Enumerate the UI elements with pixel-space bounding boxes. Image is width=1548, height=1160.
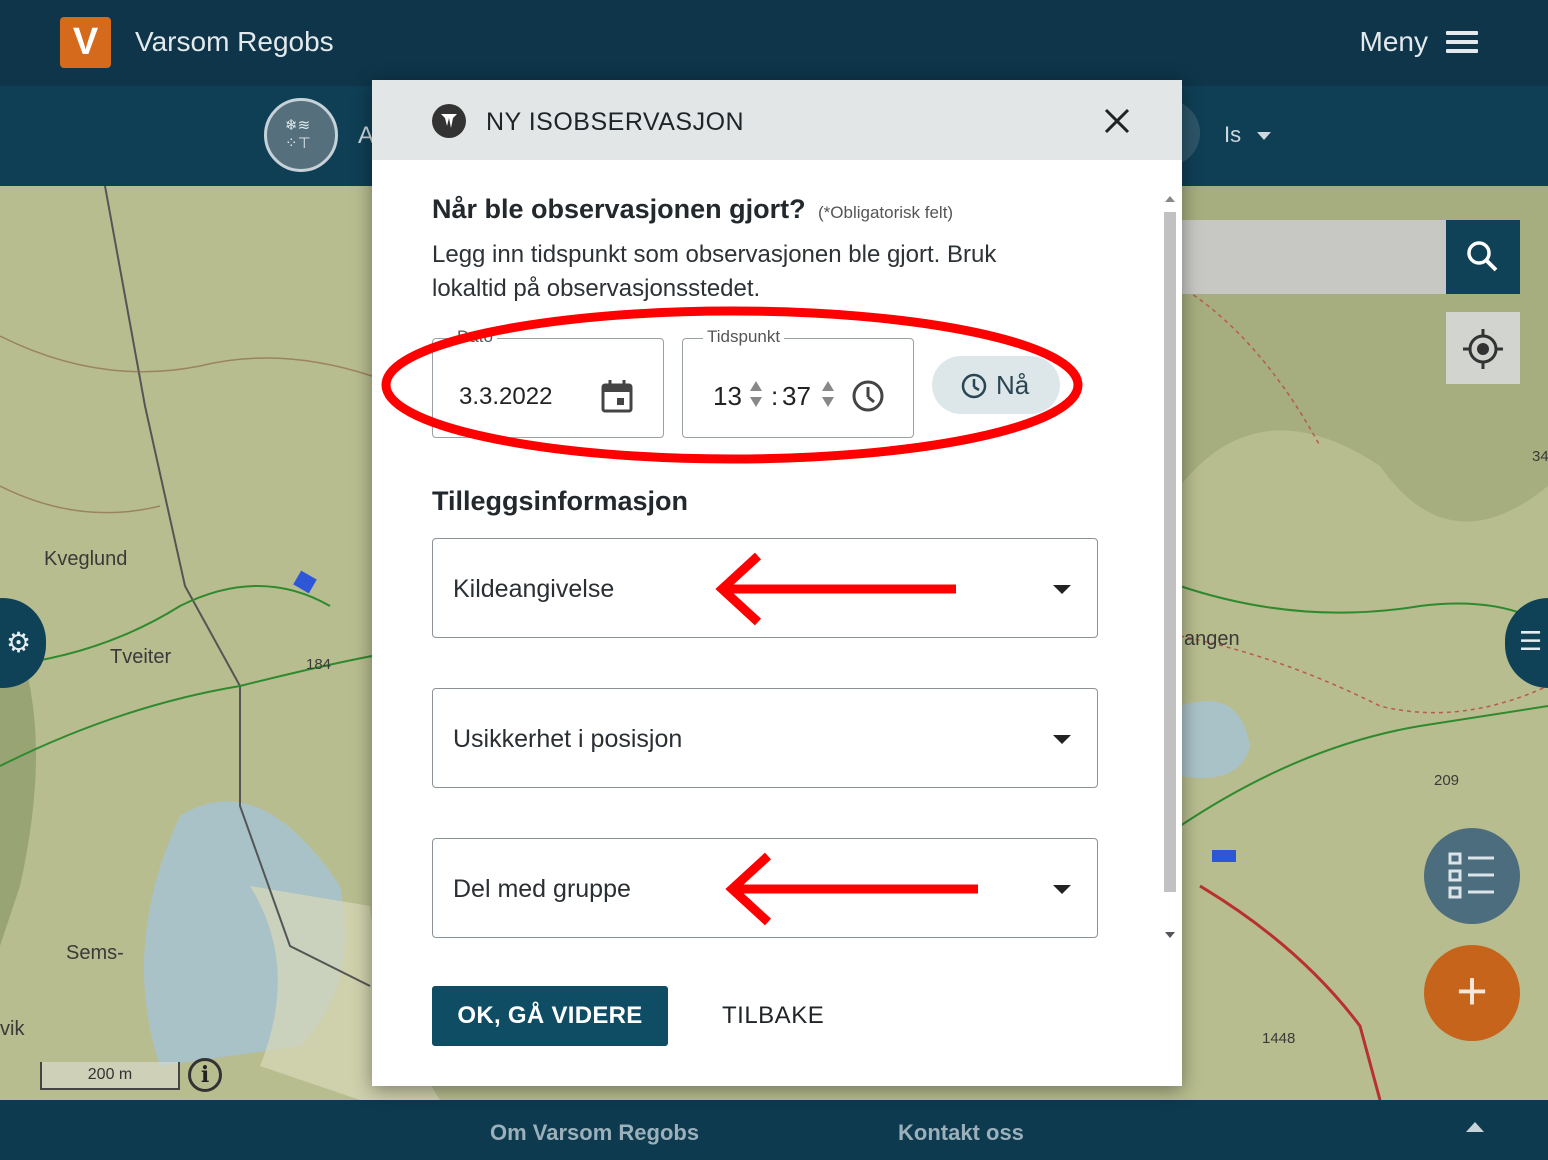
scroll-down-icon[interactable]	[1165, 932, 1175, 938]
ice-icon	[432, 104, 466, 138]
search-icon	[1467, 241, 1498, 272]
date-field-legend: Dato	[453, 327, 497, 347]
date-field[interactable]: Dato 3.3.2022	[432, 327, 664, 438]
geohazard-selector-button[interactable]: ❄≋ ⁘⊤	[264, 98, 338, 172]
minutes-spinner-icon[interactable]	[821, 377, 835, 411]
required-note: (*Obligatorisk felt)	[818, 203, 954, 222]
crosshair-icon	[1463, 329, 1503, 369]
new-ice-observation-dialog: NY ISOBSERVASJON Når ble observasjonen g…	[372, 80, 1182, 1086]
question-description: Legg inn tidspunkt som observasjonen ble…	[432, 241, 997, 302]
geohazard-icon: ❄≋ ⁘⊤	[285, 117, 311, 152]
app-logo[interactable]: V	[60, 17, 111, 68]
time-field[interactable]: Tidspunkt 13 : 37	[682, 327, 914, 438]
footer: Om Varsom Regobs Kontakt oss	[0, 1100, 1548, 1160]
map-label-edge-34: 34	[1532, 448, 1548, 465]
contact-link[interactable]: Kontakt oss	[898, 1120, 1024, 1146]
menu-button[interactable]: Meny	[1360, 26, 1478, 58]
extra-info-title: Tilleggsinformasjon	[432, 486, 689, 516]
map-label-vik: vik	[0, 1018, 25, 1040]
geohazard-dropdown-label: Is	[1224, 122, 1242, 147]
map-label-sems: Sems-	[66, 942, 124, 964]
caret-down-icon	[1053, 885, 1071, 894]
time-separator: :	[771, 381, 779, 411]
date-value: 3.3.2022	[459, 383, 553, 410]
now-button-label: Nå	[996, 370, 1030, 400]
map-search-input[interactable]	[1182, 220, 1446, 294]
close-icon[interactable]	[1102, 106, 1132, 136]
back-button[interactable]: TILBAKE	[722, 1002, 824, 1030]
map-label-elevation-209: 209	[1434, 772, 1460, 789]
plus-icon: +	[1456, 961, 1488, 1021]
locate-me-button[interactable]	[1446, 312, 1520, 384]
search-button[interactable]	[1446, 220, 1520, 294]
scroll-thumb[interactable]	[1164, 212, 1176, 892]
top-bar: V Varsom Regobs Meny	[0, 0, 1548, 86]
about-link[interactable]: Om Varsom Regobs	[490, 1120, 699, 1146]
dialog-scrollbar[interactable]	[1160, 190, 1180, 946]
map-scale-bar: 200 m	[40, 1062, 180, 1090]
caret-down-icon	[1053, 585, 1071, 594]
position-uncertainty-select[interactable]: Usikkerhet i posisjon	[432, 688, 1098, 788]
map-label-angen: angen	[1184, 628, 1240, 650]
source-select-label: Kildeangivelse	[453, 575, 615, 603]
calendar-icon[interactable]	[601, 379, 633, 413]
share-with-group-select-label: Del med gruppe	[453, 875, 631, 903]
legend-list-icon	[1448, 852, 1494, 899]
hours-spinner-icon[interactable]	[749, 377, 763, 411]
map-label-elevation-1448: 1448	[1262, 1030, 1296, 1047]
ok-continue-button[interactable]: OK, GÅ VIDERE	[432, 986, 668, 1046]
list-icon: ☰	[1519, 626, 1543, 656]
dialog-header: NY ISOBSERVASJON	[372, 80, 1182, 160]
info-icon[interactable]: i	[188, 1058, 222, 1092]
question-title: Når ble observasjonen gjort?	[432, 194, 806, 224]
menu-label: Meny	[1359, 26, 1428, 57]
caret-down-icon	[1257, 132, 1272, 141]
source-select[interactable]: Kildeangivelse	[432, 538, 1098, 638]
dialog-title: NY ISOBSERVASJON	[486, 108, 745, 136]
expand-footer-icon[interactable]	[1466, 1122, 1484, 1132]
caret-down-icon	[1053, 735, 1071, 744]
map-label-kveglund: Kveglund	[44, 548, 128, 570]
position-uncertainty-select-label: Usikkerhet i posisjon	[453, 725, 683, 753]
hours-value[interactable]: 13	[713, 381, 742, 412]
legend-button[interactable]	[1424, 828, 1520, 924]
app-title[interactable]: Varsom Regobs	[135, 26, 334, 58]
map-label-elevation-184: 184	[306, 656, 332, 673]
minutes-value[interactable]: 37	[782, 381, 811, 412]
scroll-up-icon[interactable]	[1165, 196, 1175, 202]
now-button[interactable]: Nå	[932, 356, 1060, 414]
clock-icon	[961, 373, 987, 399]
add-observation-button[interactable]: +	[1424, 945, 1520, 1041]
clock-icon[interactable]	[851, 379, 885, 413]
time-field-legend: Tidspunkt	[703, 327, 785, 347]
map-label-tveiter: Tveiter	[110, 646, 172, 668]
gear-icon: ⚙	[6, 627, 32, 658]
hamburger-icon	[1446, 31, 1478, 53]
geohazard-dropdown[interactable]: Is	[1224, 122, 1272, 148]
share-with-group-select[interactable]: Del med gruppe	[432, 838, 1098, 938]
